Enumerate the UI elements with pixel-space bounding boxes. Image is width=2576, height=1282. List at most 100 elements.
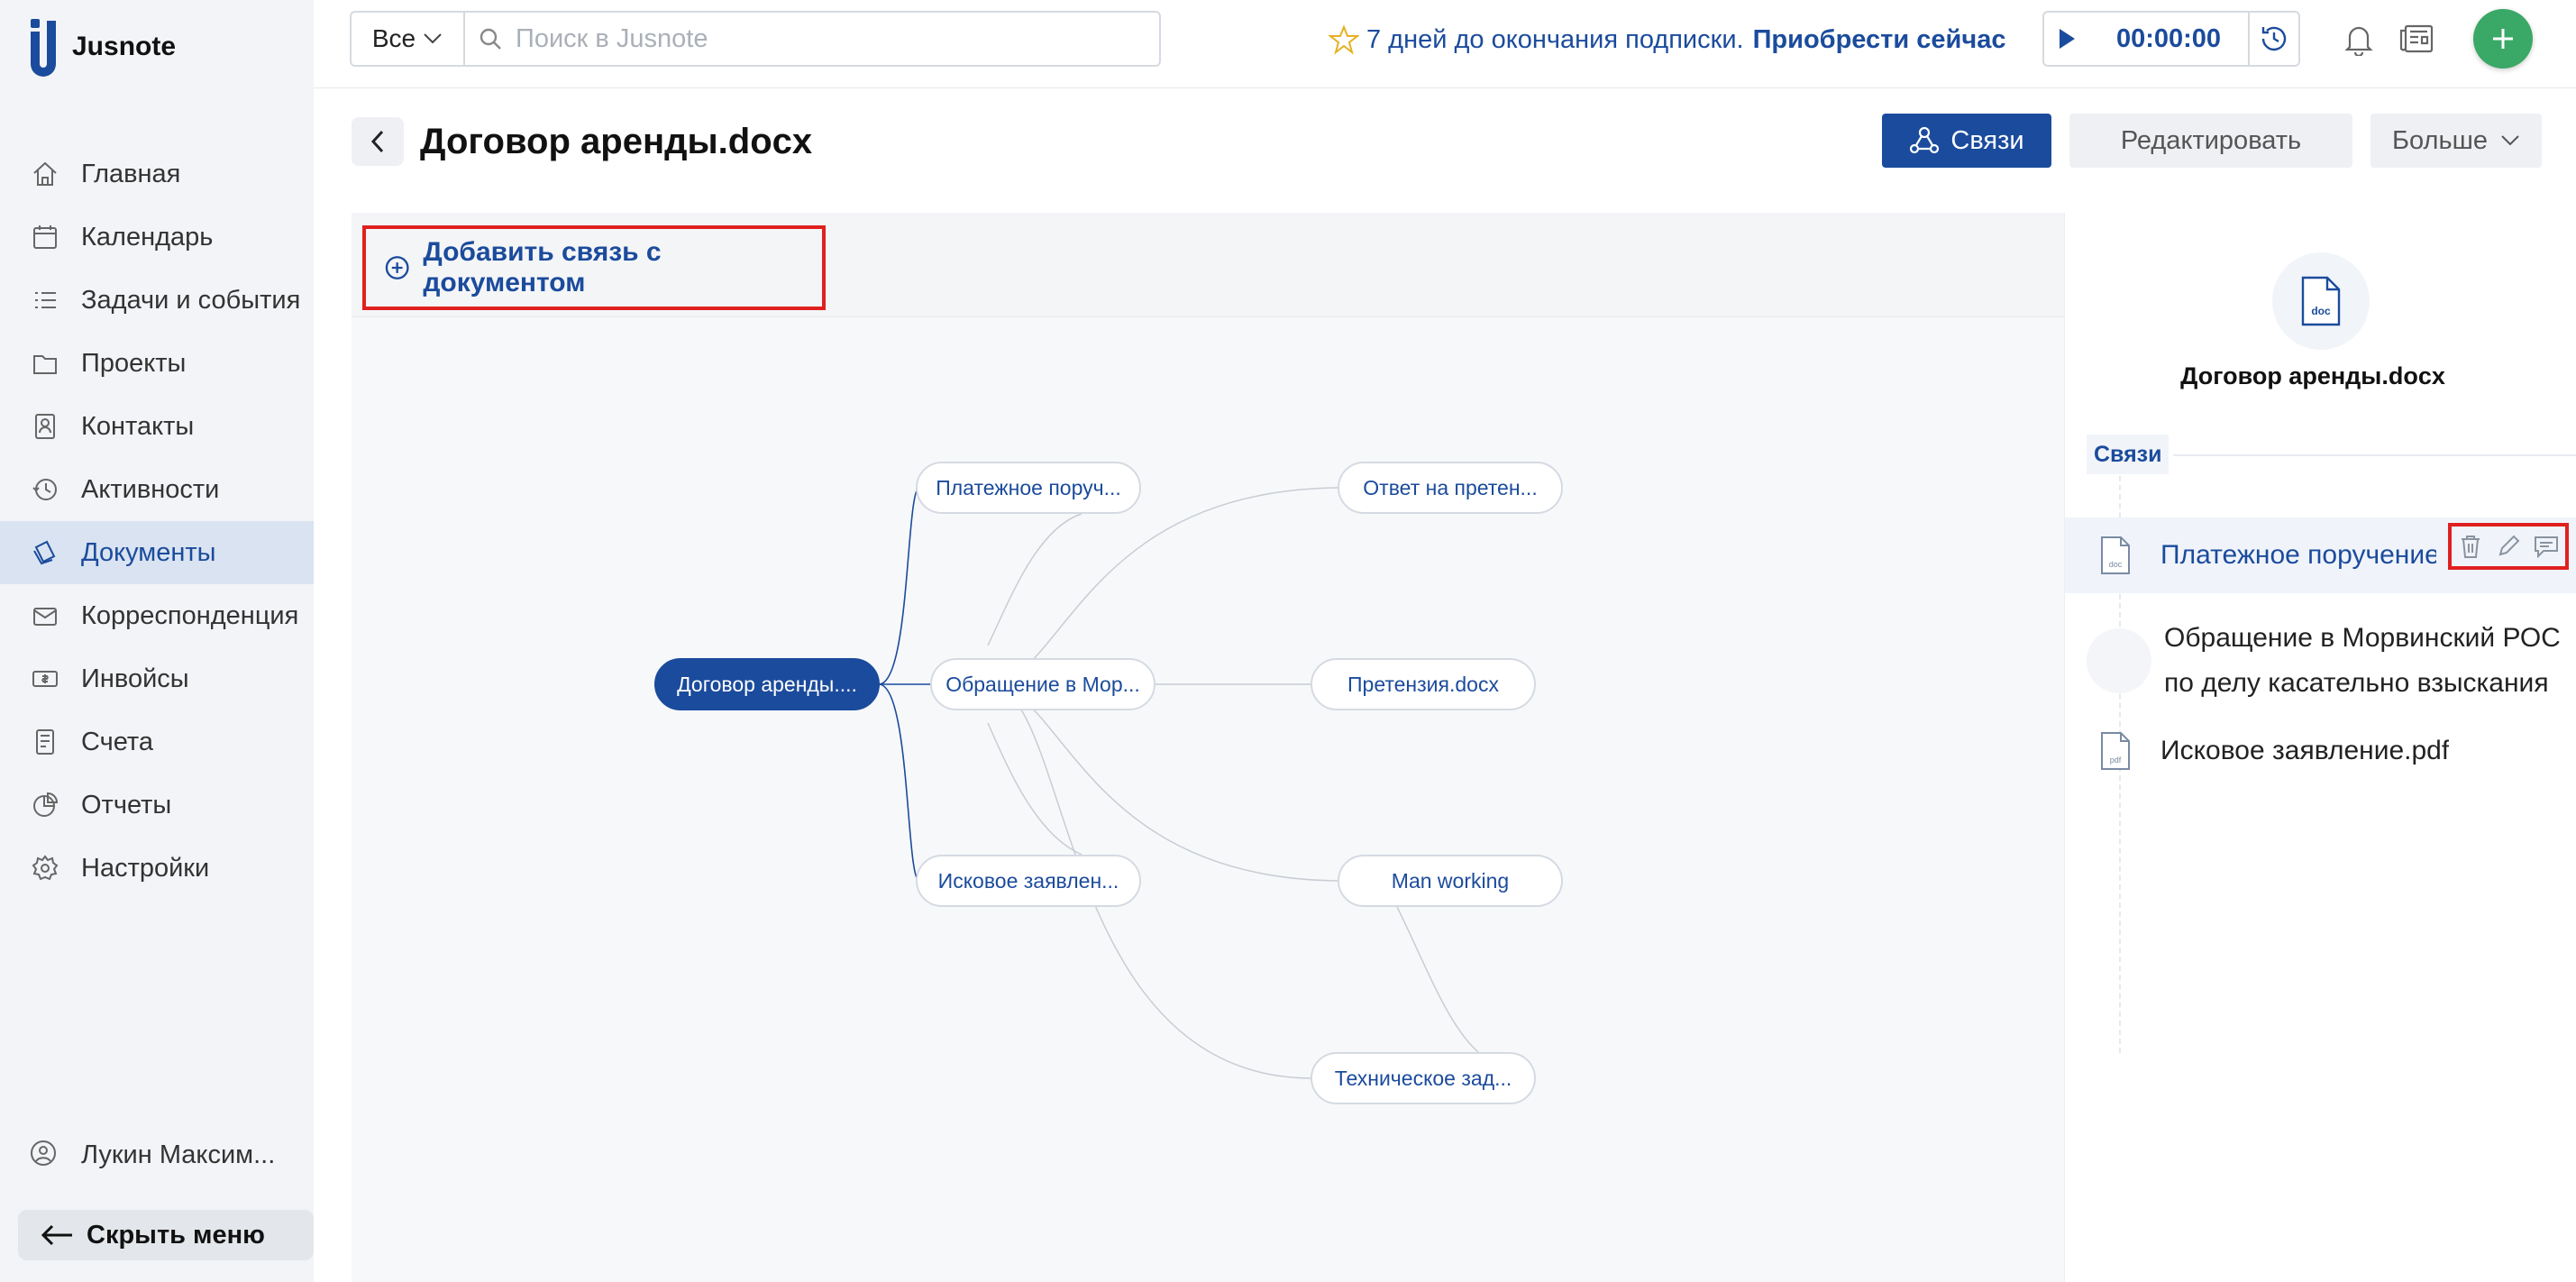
search-scope-dropdown[interactable]: Все (352, 13, 465, 65)
links-graph-icon (1910, 126, 1940, 154)
clock-history-icon (2261, 26, 2287, 51)
buy-now-link[interactable]: Приобрести сейчас (1753, 25, 2006, 55)
link-actions-toolbar (2448, 523, 2569, 570)
linked-document-name: Обращение в Морвинский РОСП по делу каса… (2164, 616, 2561, 706)
sidebar-item-reports[interactable]: Отчеты (0, 774, 314, 837)
graph-node[interactable]: Обращение в Мор... (930, 658, 1156, 710)
invoice-icon (29, 663, 61, 695)
graph-edge (987, 683, 1344, 882)
edit-link-button[interactable] (2492, 530, 2525, 563)
sidebar-nav: Главная Календарь Задачи и события Проек… (0, 142, 314, 900)
arrow-left-icon (41, 1224, 72, 1246)
comment-link-button[interactable] (2530, 530, 2562, 563)
sidebar-item-label: Активности (81, 474, 220, 504)
links-button-label: Связи (1950, 125, 2024, 155)
links-button[interactable]: Связи (1882, 114, 2051, 168)
sidebar-item-tasks[interactable]: Задачи и события (0, 269, 314, 332)
add-new-button[interactable] (2473, 9, 2533, 69)
links-section-header: Связи (2087, 435, 2170, 474)
sidebar-item-home[interactable]: Главная (0, 142, 314, 206)
sidebar-item-calendar[interactable]: Календарь (0, 206, 314, 269)
section-divider (2173, 454, 2576, 456)
notifications-button[interactable] (2336, 16, 2381, 61)
timer-value: 00:00:00 (2115, 23, 2222, 53)
graph-node[interactable]: Исковое заявлен... (916, 855, 1141, 907)
user-avatar-icon (29, 1139, 61, 1171)
sidebar: Jusnote Главная Календарь Задачи и событ… (0, 0, 314, 1282)
graph-node-root[interactable]: Договор аренды.... (654, 658, 880, 710)
projects-icon (29, 347, 61, 380)
star-icon (1329, 24, 1359, 55)
news-button[interactable] (2394, 16, 2439, 61)
comment-icon (2535, 536, 2558, 558)
panel-document-title: Договор аренды.docx (2180, 362, 2445, 389)
linked-document-item[interactable]: Обращение в Морвинский РОСП по делу каса… (2065, 602, 2576, 719)
sidebar-item-label: Контакты (81, 411, 195, 441)
settings-icon (29, 852, 61, 884)
avatar-placeholder (2087, 628, 2151, 693)
plus-icon (2493, 29, 2513, 49)
home-icon (29, 158, 61, 190)
bell-icon (2344, 26, 2373, 56)
sidebar-item-contacts[interactable]: Контакты (0, 395, 314, 458)
sidebar-item-correspondence[interactable]: Корреспонденция (0, 584, 314, 647)
timer-play-button[interactable] (2044, 13, 2089, 65)
chevron-down-icon (2501, 135, 2519, 146)
search-input[interactable] (516, 23, 1101, 54)
linked-document-line-1: Обращение в Морвинский РОСП (2164, 623, 2561, 653)
sidebar-item-label: Проекты (81, 348, 187, 378)
delete-link-button[interactable] (2454, 530, 2487, 563)
graph-edge (987, 487, 1344, 685)
more-button[interactable]: Больше (2370, 114, 2542, 168)
sidebar-item-documents[interactable]: Документы (0, 521, 314, 584)
subscription-days-text: 7 дней до окончания подписки. (1366, 24, 1744, 54)
graph-edge (1396, 906, 1479, 1053)
sidebar-item-label: Главная (81, 159, 181, 188)
linked-document-name: Исковое заявление.pdf (2160, 736, 2450, 765)
app-logo[interactable]: Jusnote (25, 14, 176, 79)
graph-edge (987, 513, 1082, 646)
document-icon: doc (2272, 252, 2370, 350)
document-links-panel: doc Договор аренды.docx Связи doc Платеж… (2064, 213, 2576, 1282)
graph-edge (987, 722, 1082, 856)
newspaper-icon (2399, 24, 2434, 53)
sidebar-item-label: Задачи и события (81, 285, 301, 315)
top-bar: Все 7 дней до окончания подписки. Приобр… (314, 0, 2576, 88)
graph-node[interactable]: Платежное поруч... (916, 462, 1141, 514)
play-icon (2060, 29, 2075, 49)
graph-node[interactable]: Ответ на претен... (1338, 462, 1563, 514)
pdf-file-icon: pdf (2088, 724, 2142, 778)
subscription-notice: 7 дней до окончания подписки. Приобрести… (1329, 18, 2005, 61)
tasks-icon (29, 284, 61, 316)
timer-history-button[interactable] (2248, 13, 2298, 65)
trash-icon (2462, 536, 2480, 558)
user-profile[interactable]: Лукин Максим... (0, 1123, 314, 1186)
graph-edge (878, 683, 920, 882)
time-tracker: 00:00:00 (2042, 11, 2300, 67)
sidebar-item-label: Корреспонденция (81, 600, 299, 630)
edit-button-label: Редактировать (2120, 125, 2302, 155)
linked-document-item[interactable]: pdf Исковое заявление.pdf (2065, 718, 2576, 784)
mail-icon (29, 600, 61, 632)
hide-menu-button[interactable]: Скрыть меню (18, 1210, 314, 1260)
graph-node[interactable]: Man working (1338, 855, 1563, 907)
sidebar-item-projects[interactable]: Проекты (0, 332, 314, 395)
more-button-label: Больше (2392, 125, 2488, 155)
file-type-label: doc (2109, 560, 2123, 569)
linked-document-line-2: по делу касательно взыскания (2164, 668, 2549, 698)
linked-document-name: Платежное поручение (2160, 540, 2436, 570)
sidebar-item-settings[interactable]: Настройки (0, 837, 314, 900)
doc-file-icon: doc (2301, 276, 2341, 326)
hide-menu-label: Скрыть меню (87, 1220, 265, 1250)
edit-button[interactable]: Редактировать (2069, 114, 2352, 168)
sidebar-item-accounts[interactable]: Счета (0, 710, 314, 774)
sidebar-item-activity[interactable]: Активности (0, 458, 314, 521)
back-button[interactable] (352, 117, 404, 166)
file-type-label: pdf (2110, 755, 2122, 765)
sidebar-item-invoices[interactable]: Инвойсы (0, 647, 314, 710)
sidebar-item-label: Документы (81, 537, 216, 567)
contacts-icon (29, 410, 61, 443)
graph-node[interactable]: Техническое зад... (1311, 1052, 1536, 1104)
accounts-icon (29, 726, 61, 758)
graph-node[interactable]: Претензия.docx (1311, 658, 1536, 710)
